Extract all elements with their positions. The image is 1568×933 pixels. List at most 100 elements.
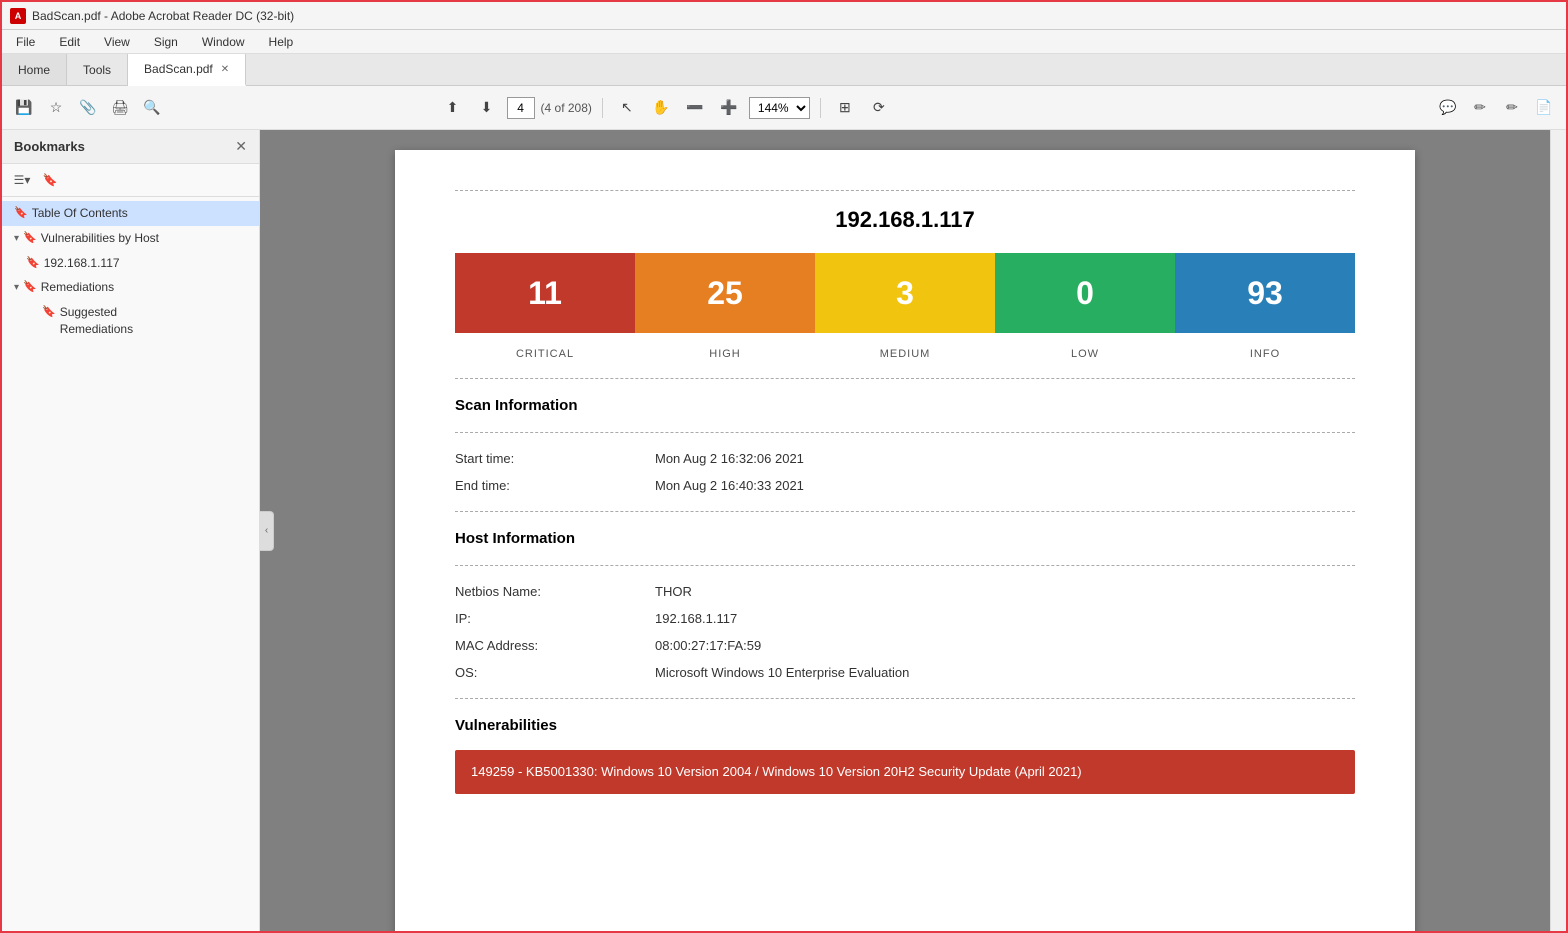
- bookmark-icon-toc: 🔖: [14, 206, 28, 221]
- bookmark-vuln-host[interactable]: ▾ 🔖 Vulnerabilities by Host: [2, 226, 259, 251]
- bookmark-suggested[interactable]: 🔖 SuggestedRemediations: [2, 300, 259, 342]
- info-label: INFO: [1175, 345, 1355, 360]
- critical-count: 11: [528, 275, 562, 312]
- bookmark-vuln-label: Vulnerabilities by Host: [41, 230, 159, 247]
- scan-start-label: Start time:: [455, 451, 655, 466]
- bookmark-icon-ip: 🔖: [26, 256, 40, 271]
- divider-2: [455, 432, 1355, 433]
- title-bar: A BadScan.pdf - Adobe Acrobat Reader DC …: [2, 2, 1566, 30]
- menu-help[interactable]: Help: [263, 33, 300, 51]
- bookmark-btn[interactable]: ☆: [42, 94, 70, 122]
- divider-1: [455, 378, 1355, 379]
- nav-down-btn[interactable]: ⬇: [473, 94, 501, 122]
- menu-window[interactable]: Window: [196, 33, 251, 51]
- scan-end-value: Mon Aug 2 16:40:33 2021: [655, 478, 1355, 493]
- window-title: BadScan.pdf - Adobe Acrobat Reader DC (3…: [32, 9, 294, 23]
- top-divider: [455, 190, 1355, 191]
- zoom-select[interactable]: 144% 100% 75% 50% 200%: [749, 97, 810, 119]
- sidebar-view-btn[interactable]: ☰▾: [10, 168, 34, 192]
- severity-medium: 3: [815, 253, 995, 333]
- search-btn[interactable]: 🔍: [138, 94, 166, 122]
- scan-end-row: End time: Mon Aug 2 16:40:33 2021: [455, 478, 1355, 493]
- select-tool-btn[interactable]: ↖: [613, 94, 641, 122]
- sidebar-title: Bookmarks: [14, 139, 85, 154]
- bookmark-suggested-label: SuggestedRemediations: [60, 304, 133, 338]
- toolbar-right: 💬 ✏ ✏ 📄: [1434, 94, 1558, 122]
- sidebar-toolbar: ☰▾ 🔖: [2, 164, 259, 197]
- mac-value: 08:00:27:17:FA:59: [655, 638, 1355, 653]
- vuln-item: 149259 - KB5001330: Windows 10 Version 2…: [455, 750, 1355, 794]
- tab-close-icon[interactable]: ✕: [221, 64, 229, 75]
- page-input[interactable]: [507, 97, 535, 119]
- sidebar-bookmark-add-btn[interactable]: 🔖: [38, 168, 62, 192]
- zoom-in-btn[interactable]: ➕: [715, 94, 743, 122]
- enhance-btn[interactable]: ✏: [1498, 94, 1526, 122]
- navigation-controls: ⬆ ⬇ (4 of 208) ↖ ✋ ➖ ➕ 144% 100% 75% 50%…: [439, 94, 893, 122]
- pdf-area[interactable]: 192.168.1.117 11 25 3 0: [260, 130, 1550, 931]
- os-row: OS: Microsoft Windows 10 Enterprise Eval…: [455, 665, 1355, 680]
- tab-file[interactable]: BadScan.pdf ✕: [128, 54, 246, 86]
- vuln-title: 149259 - KB5001330: Windows 10 Version 2…: [471, 764, 1082, 779]
- hand-tool-btn[interactable]: ✋: [647, 94, 675, 122]
- scan-start-value: Mon Aug 2 16:32:06 2021: [655, 451, 1355, 466]
- menu-sign[interactable]: Sign: [148, 33, 184, 51]
- comment-btn[interactable]: 💬: [1434, 94, 1462, 122]
- sidebar-header: Bookmarks ✕: [2, 130, 259, 164]
- os-value: Microsoft Windows 10 Enterprise Evaluati…: [655, 665, 1355, 680]
- menu-edit[interactable]: Edit: [53, 33, 86, 51]
- fit-btn[interactable]: ⊞: [831, 94, 859, 122]
- severity-bar: 11 25 3 0 93: [455, 253, 1355, 333]
- os-label: OS:: [455, 665, 655, 680]
- menu-file[interactable]: File: [10, 33, 41, 51]
- divider-4: [455, 565, 1355, 566]
- zoom-out-btn[interactable]: ➖: [681, 94, 709, 122]
- ip-label: IP:: [455, 611, 655, 626]
- bookmark-icon-remediation: 🔖: [23, 280, 37, 295]
- attachment-btn[interactable]: 📎: [74, 94, 102, 122]
- bookmark-remediation-label: Remediations: [41, 279, 114, 296]
- tab-tools-label: Tools: [83, 63, 111, 77]
- scrollbar[interactable]: [1550, 130, 1566, 931]
- stamp-btn[interactable]: 📄: [1530, 94, 1558, 122]
- high-label: HIGH: [635, 345, 815, 360]
- bookmark-toc[interactable]: 🔖 Table Of Contents: [2, 201, 259, 226]
- severity-labels: CRITICAL HIGH MEDIUM LOW INFO: [455, 345, 1355, 360]
- severity-info: 93: [1175, 253, 1355, 333]
- bookmark-toc-label: Table Of Contents: [32, 205, 128, 222]
- host-title: 192.168.1.117: [455, 207, 1355, 233]
- edit-btn[interactable]: ✏: [1466, 94, 1494, 122]
- bookmark-ip[interactable]: 🔖 192.168.1.117: [2, 251, 259, 276]
- severity-high: 25: [635, 253, 815, 333]
- rotate-btn[interactable]: ⟳: [865, 94, 893, 122]
- tab-tools[interactable]: Tools: [67, 54, 128, 85]
- menu-view[interactable]: View: [98, 33, 136, 51]
- sidebar: Bookmarks ✕ ☰▾ 🔖 🔖 Table Of Contents ▾ 🔖…: [2, 130, 260, 931]
- sidebar-collapse-handle[interactable]: ‹: [260, 511, 274, 551]
- divider-3: [455, 511, 1355, 512]
- medium-label: MEDIUM: [815, 345, 995, 360]
- tab-home[interactable]: Home: [2, 54, 67, 85]
- save-btn[interactable]: 💾: [10, 94, 38, 122]
- expand-icon-vuln[interactable]: ▾: [14, 232, 19, 246]
- print-btn[interactable]: 🖨: [106, 94, 134, 122]
- divider-5: [455, 698, 1355, 699]
- low-count: 0: [1076, 275, 1094, 312]
- nav-up-btn[interactable]: ⬆: [439, 94, 467, 122]
- sidebar-close-btn[interactable]: ✕: [235, 138, 247, 155]
- scan-start-row: Start time: Mon Aug 2 16:32:06 2021: [455, 451, 1355, 466]
- mac-row: MAC Address: 08:00:27:17:FA:59: [455, 638, 1355, 653]
- pdf-page: 192.168.1.117 11 25 3 0: [395, 150, 1415, 931]
- page-total: (4 of 208): [541, 101, 592, 115]
- critical-label: CRITICAL: [455, 345, 635, 360]
- info-count: 93: [1247, 275, 1283, 312]
- bookmark-remediations[interactable]: ▾ 🔖 Remediations: [2, 275, 259, 300]
- separator-2: [820, 98, 821, 118]
- ip-row: IP: 192.168.1.117: [455, 611, 1355, 626]
- high-count: 25: [707, 275, 743, 312]
- expand-icon-remediation[interactable]: ▾: [14, 281, 19, 295]
- medium-count: 3: [896, 275, 914, 312]
- menu-bar: File Edit View Sign Window Help: [2, 30, 1566, 54]
- bookmark-ip-label: 192.168.1.117: [44, 255, 120, 272]
- separator-1: [602, 98, 603, 118]
- netbios-label: Netbios Name:: [455, 584, 655, 599]
